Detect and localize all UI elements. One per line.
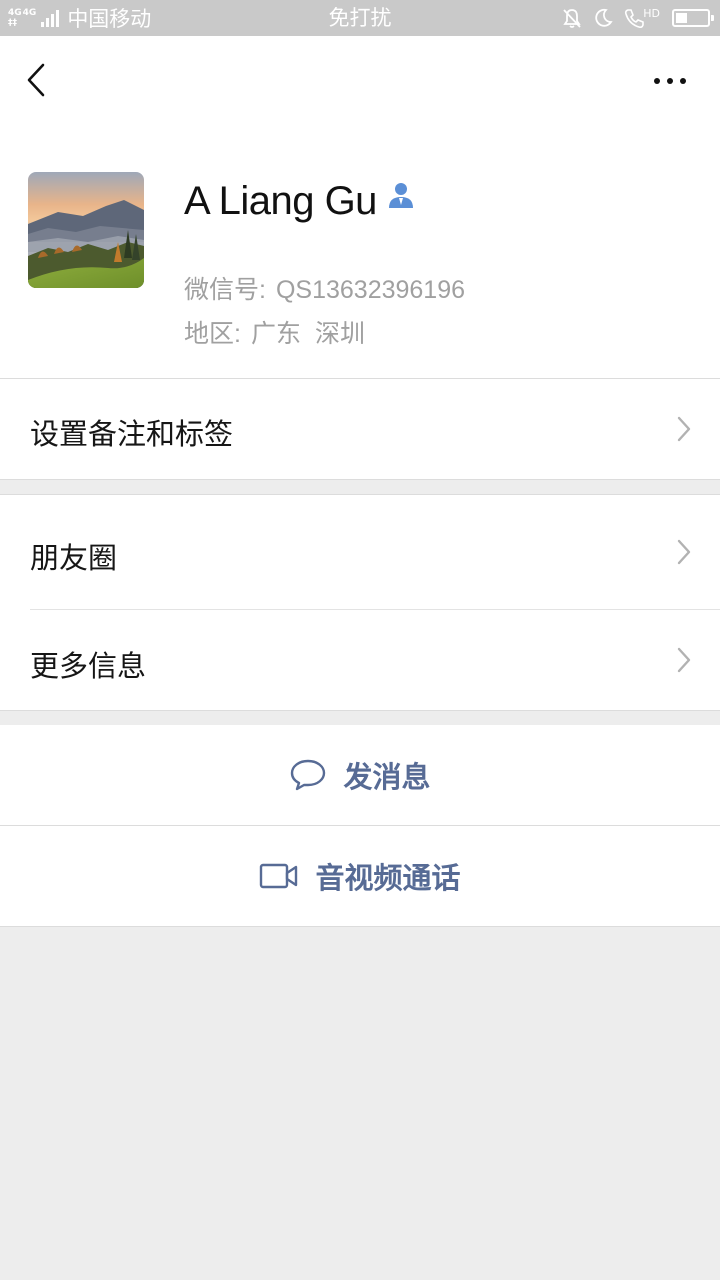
chevron-right-icon — [677, 539, 691, 565]
moon-icon — [593, 8, 613, 28]
chevron-right-icon — [677, 416, 691, 442]
avatar[interactable] — [28, 172, 144, 288]
divider — [0, 710, 720, 711]
profile-header: A Liang Gu 微信号: QS13632396196 地区: 广东 深圳 — [0, 36, 720, 378]
wechat-id-value: QS13632396196 — [275, 276, 466, 304]
status-right: HD — [551, 0, 714, 36]
profile-name: A Liang Gu — [184, 178, 377, 223]
video-call-label: 音视频通话 — [315, 861, 461, 895]
name-row: A Liang Gu — [184, 176, 415, 226]
more-info-label: 更多信息 — [30, 649, 147, 683]
divider — [0, 926, 720, 927]
wechat-id-line: 微信号: QS13632396196 — [184, 270, 465, 306]
divider — [0, 479, 720, 480]
contact-person-icon — [387, 181, 415, 213]
volte-call-icon: HD — [623, 7, 660, 29]
region-province: 广东 — [250, 320, 301, 348]
region-city: 深圳 — [314, 320, 365, 348]
chat-bubble-icon — [291, 759, 326, 791]
send-message-button[interactable]: 发消息 — [0, 725, 720, 825]
region-line: 地区: 广东 深圳 — [184, 314, 365, 350]
video-camera-icon — [260, 863, 298, 889]
more-dots-icon — [654, 78, 686, 84]
more-options-button[interactable] — [650, 66, 690, 96]
video-call-button[interactable]: 音视频通话 — [0, 826, 720, 926]
hd-label: HD — [643, 6, 660, 20]
chevron-right-icon — [677, 647, 691, 673]
muted-bell-icon — [561, 7, 583, 29]
moments-label: 朋友圈 — [30, 541, 118, 575]
send-message-label: 发消息 — [343, 760, 431, 794]
region-label: 地区: — [184, 320, 241, 348]
wechat-id-label: 微信号: — [184, 276, 266, 304]
back-button[interactable] — [18, 60, 54, 100]
remark-tags-row[interactable]: 设置备注和标签 — [0, 379, 720, 479]
moments-row[interactable]: 朋友圈 — [0, 495, 720, 609]
battery-fill — [676, 13, 688, 23]
status-bar: 4G 4G ‡‡ 中国移动 免打扰 HD — [0, 0, 720, 36]
remark-tags-label: 设置备注和标签 — [30, 417, 234, 451]
more-info-row[interactable]: 更多信息 — [0, 610, 720, 710]
avatar-landscape-image — [28, 172, 144, 288]
battery-icon — [672, 9, 714, 27]
chevron-left-icon — [27, 63, 45, 97]
